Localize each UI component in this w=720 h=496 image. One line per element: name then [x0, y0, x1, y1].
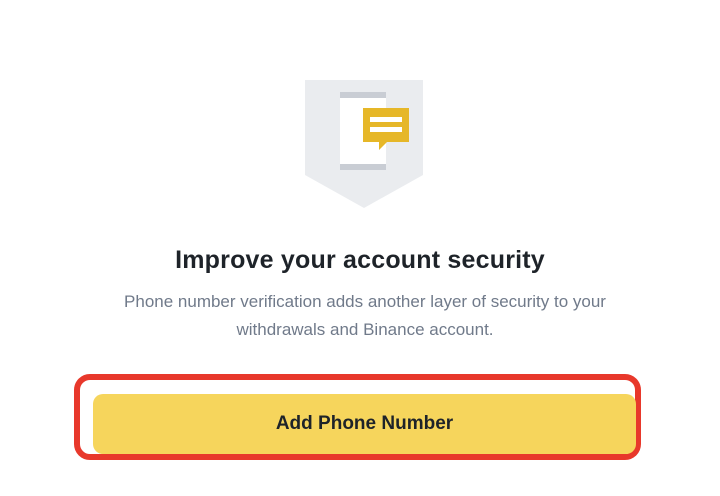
phone-message-icon: [305, 80, 423, 208]
page-title: Improve your account security: [175, 246, 545, 274]
security-description: Phone number verification adds another l…: [124, 292, 606, 339]
add-phone-number-button[interactable]: Add Phone Number: [93, 394, 636, 454]
security-prompt-page: Improve your account security Phone numb…: [0, 0, 720, 496]
